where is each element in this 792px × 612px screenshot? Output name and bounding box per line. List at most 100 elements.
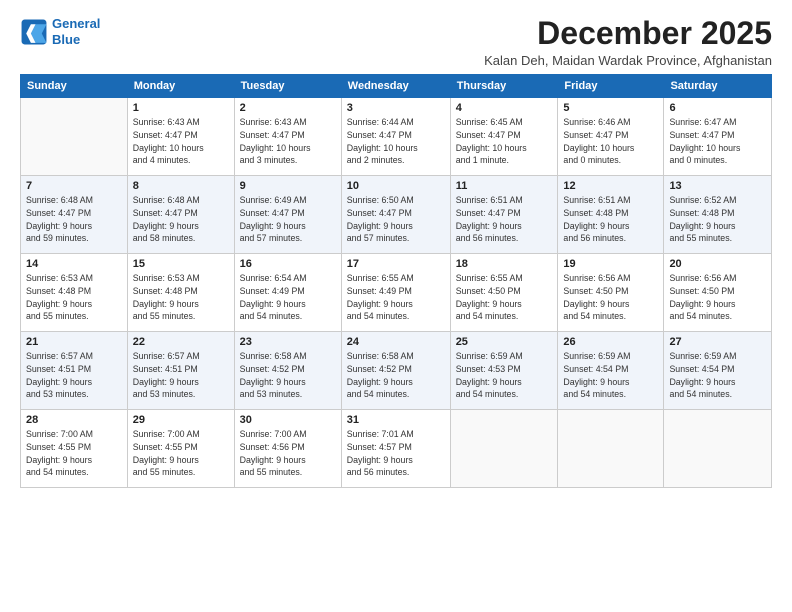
day-number: 9 bbox=[240, 180, 336, 192]
day-number: 17 bbox=[347, 258, 445, 270]
day-cell: 23 Sunrise: 6:58 AMSunset: 4:52 PMDayligh… bbox=[234, 332, 341, 410]
day-cell: 5 Sunrise: 6:46 AMSunset: 4:47 PMDaylight… bbox=[558, 98, 664, 176]
day-info: Sunrise: 6:59 AMSunset: 4:54 PMDaylight:… bbox=[563, 350, 658, 401]
day-info: Sunrise: 6:57 AMSunset: 4:51 PMDaylight:… bbox=[26, 350, 122, 401]
day-info: Sunrise: 7:01 AMSunset: 4:57 PMDaylight:… bbox=[347, 428, 445, 479]
day-info: Sunrise: 6:56 AMSunset: 4:50 PMDaylight:… bbox=[563, 272, 658, 323]
day-cell: 1 Sunrise: 6:43 AMSunset: 4:47 PMDaylight… bbox=[127, 98, 234, 176]
day-cell: 26 Sunrise: 6:59 AMSunset: 4:54 PMDayligh… bbox=[558, 332, 664, 410]
logo-icon bbox=[20, 18, 48, 46]
day-info: Sunrise: 6:43 AMSunset: 4:47 PMDaylight:… bbox=[240, 116, 336, 167]
header-cell-wednesday: Wednesday bbox=[341, 75, 450, 98]
day-number: 14 bbox=[26, 258, 122, 270]
header-cell-thursday: Thursday bbox=[450, 75, 558, 98]
day-info: Sunrise: 7:00 AMSunset: 4:55 PMDaylight:… bbox=[26, 428, 122, 479]
day-info: Sunrise: 6:51 AMSunset: 4:47 PMDaylight:… bbox=[456, 194, 553, 245]
day-number: 18 bbox=[456, 258, 553, 270]
week-row-5: 28 Sunrise: 7:00 AMSunset: 4:55 PMDayligh… bbox=[21, 410, 772, 488]
day-number: 28 bbox=[26, 414, 122, 426]
day-number: 1 bbox=[133, 102, 229, 114]
day-info: Sunrise: 7:00 AMSunset: 4:55 PMDaylight:… bbox=[133, 428, 229, 479]
day-cell bbox=[21, 98, 128, 176]
logo-text: General Blue bbox=[52, 16, 100, 47]
day-number: 13 bbox=[669, 180, 766, 192]
day-number: 19 bbox=[563, 258, 658, 270]
day-number: 3 bbox=[347, 102, 445, 114]
day-cell: 10 Sunrise: 6:50 AMSunset: 4:47 PMDayligh… bbox=[341, 176, 450, 254]
day-cell bbox=[558, 410, 664, 488]
header-cell-monday: Monday bbox=[127, 75, 234, 98]
day-cell: 7 Sunrise: 6:48 AMSunset: 4:47 PMDaylight… bbox=[21, 176, 128, 254]
day-number: 4 bbox=[456, 102, 553, 114]
header: General Blue December 2025 Kalan Deh, Ma… bbox=[20, 16, 772, 68]
day-number: 7 bbox=[26, 180, 122, 192]
day-number: 20 bbox=[669, 258, 766, 270]
day-number: 29 bbox=[133, 414, 229, 426]
day-cell: 27Sunrise: 6:59 AMSunset: 4:54 PMDayligh… bbox=[664, 332, 772, 410]
week-row-2: 7 Sunrise: 6:48 AMSunset: 4:47 PMDaylight… bbox=[21, 176, 772, 254]
week-row-3: 14 Sunrise: 6:53 AMSunset: 4:48 PMDayligh… bbox=[21, 254, 772, 332]
day-number: 24 bbox=[347, 336, 445, 348]
day-cell: 17 Sunrise: 6:55 AMSunset: 4:49 PMDayligh… bbox=[341, 254, 450, 332]
day-number: 31 bbox=[347, 414, 445, 426]
day-cell: 18Sunrise: 6:55 AMSunset: 4:50 PMDayligh… bbox=[450, 254, 558, 332]
logo: General Blue bbox=[20, 16, 100, 47]
day-number: 11 bbox=[456, 180, 553, 192]
day-info: Sunrise: 6:46 AMSunset: 4:47 PMDaylight:… bbox=[563, 116, 658, 167]
day-number: 23 bbox=[240, 336, 336, 348]
day-info: Sunrise: 6:45 AMSunset: 4:47 PMDaylight:… bbox=[456, 116, 553, 167]
day-cell: 29 Sunrise: 7:00 AMSunset: 4:55 PMDayligh… bbox=[127, 410, 234, 488]
day-cell: 15 Sunrise: 6:53 AMSunset: 4:48 PMDayligh… bbox=[127, 254, 234, 332]
header-cell-saturday: Saturday bbox=[664, 75, 772, 98]
day-info: Sunrise: 6:55 AMSunset: 4:49 PMDaylight:… bbox=[347, 272, 445, 323]
day-cell: 3 Sunrise: 6:44 AMSunset: 4:47 PMDaylight… bbox=[341, 98, 450, 176]
day-number: 5 bbox=[563, 102, 658, 114]
day-number: 25 bbox=[456, 336, 553, 348]
day-cell: 12Sunrise: 6:51 AMSunset: 4:48 PMDayligh… bbox=[558, 176, 664, 254]
day-cell: 14 Sunrise: 6:53 AMSunset: 4:48 PMDayligh… bbox=[21, 254, 128, 332]
day-cell: 16Sunrise: 6:54 AMSunset: 4:49 PMDayligh… bbox=[234, 254, 341, 332]
day-cell: 30 Sunrise: 7:00 AMSunset: 4:56 PMDayligh… bbox=[234, 410, 341, 488]
day-number: 22 bbox=[133, 336, 229, 348]
day-info: Sunrise: 6:53 AMSunset: 4:48 PMDaylight:… bbox=[26, 272, 122, 323]
calendar-table: SundayMondayTuesdayWednesdayThursdayFrid… bbox=[20, 74, 772, 488]
day-info: Sunrise: 6:53 AMSunset: 4:48 PMDaylight:… bbox=[133, 272, 229, 323]
week-row-4: 21Sunrise: 6:57 AMSunset: 4:51 PMDayligh… bbox=[21, 332, 772, 410]
day-info: Sunrise: 6:44 AMSunset: 4:47 PMDaylight:… bbox=[347, 116, 445, 167]
day-number: 15 bbox=[133, 258, 229, 270]
day-number: 8 bbox=[133, 180, 229, 192]
logo-line1: General bbox=[52, 16, 100, 31]
day-info: Sunrise: 6:51 AMSunset: 4:48 PMDaylight:… bbox=[563, 194, 658, 245]
day-cell: 11 Sunrise: 6:51 AMSunset: 4:47 PMDayligh… bbox=[450, 176, 558, 254]
day-cell: 22 Sunrise: 6:57 AMSunset: 4:51 PMDayligh… bbox=[127, 332, 234, 410]
month-title: December 2025 bbox=[484, 16, 772, 51]
week-row-1: 1 Sunrise: 6:43 AMSunset: 4:47 PMDaylight… bbox=[21, 98, 772, 176]
day-cell: 6Sunrise: 6:47 AMSunset: 4:47 PMDaylight… bbox=[664, 98, 772, 176]
day-cell: 20 Sunrise: 6:56 AMSunset: 4:50 PMDayligh… bbox=[664, 254, 772, 332]
header-cell-friday: Friday bbox=[558, 75, 664, 98]
day-number: 26 bbox=[563, 336, 658, 348]
day-info: Sunrise: 6:48 AMSunset: 4:47 PMDaylight:… bbox=[133, 194, 229, 245]
day-number: 6 bbox=[669, 102, 766, 114]
day-info: Sunrise: 6:58 AMSunset: 4:52 PMDaylight:… bbox=[240, 350, 336, 401]
day-info: Sunrise: 6:52 AMSunset: 4:48 PMDaylight:… bbox=[669, 194, 766, 245]
day-info: Sunrise: 6:49 AMSunset: 4:47 PMDaylight:… bbox=[240, 194, 336, 245]
day-number: 10 bbox=[347, 180, 445, 192]
day-cell: 4 Sunrise: 6:45 AMSunset: 4:47 PMDaylight… bbox=[450, 98, 558, 176]
day-info: Sunrise: 6:57 AMSunset: 4:51 PMDaylight:… bbox=[133, 350, 229, 401]
day-cell: 8 Sunrise: 6:48 AMSunset: 4:47 PMDaylight… bbox=[127, 176, 234, 254]
day-info: Sunrise: 6:56 AMSunset: 4:50 PMDaylight:… bbox=[669, 272, 766, 323]
day-info: Sunrise: 6:43 AMSunset: 4:47 PMDaylight:… bbox=[133, 116, 229, 167]
day-info: Sunrise: 6:50 AMSunset: 4:47 PMDaylight:… bbox=[347, 194, 445, 245]
day-cell: 31 Sunrise: 7:01 AMSunset: 4:57 PMDayligh… bbox=[341, 410, 450, 488]
page: General Blue December 2025 Kalan Deh, Ma… bbox=[0, 0, 792, 612]
logo-line2: Blue bbox=[52, 32, 80, 47]
day-number: 2 bbox=[240, 102, 336, 114]
day-info: Sunrise: 6:54 AMSunset: 4:49 PMDaylight:… bbox=[240, 272, 336, 323]
day-info: Sunrise: 6:48 AMSunset: 4:47 PMDaylight:… bbox=[26, 194, 122, 245]
header-cell-tuesday: Tuesday bbox=[234, 75, 341, 98]
subtitle: Kalan Deh, Maidan Wardak Province, Afgha… bbox=[484, 53, 772, 68]
day-info: Sunrise: 6:59 AMSunset: 4:53 PMDaylight:… bbox=[456, 350, 553, 401]
day-info: Sunrise: 7:00 AMSunset: 4:56 PMDaylight:… bbox=[240, 428, 336, 479]
day-number: 30 bbox=[240, 414, 336, 426]
